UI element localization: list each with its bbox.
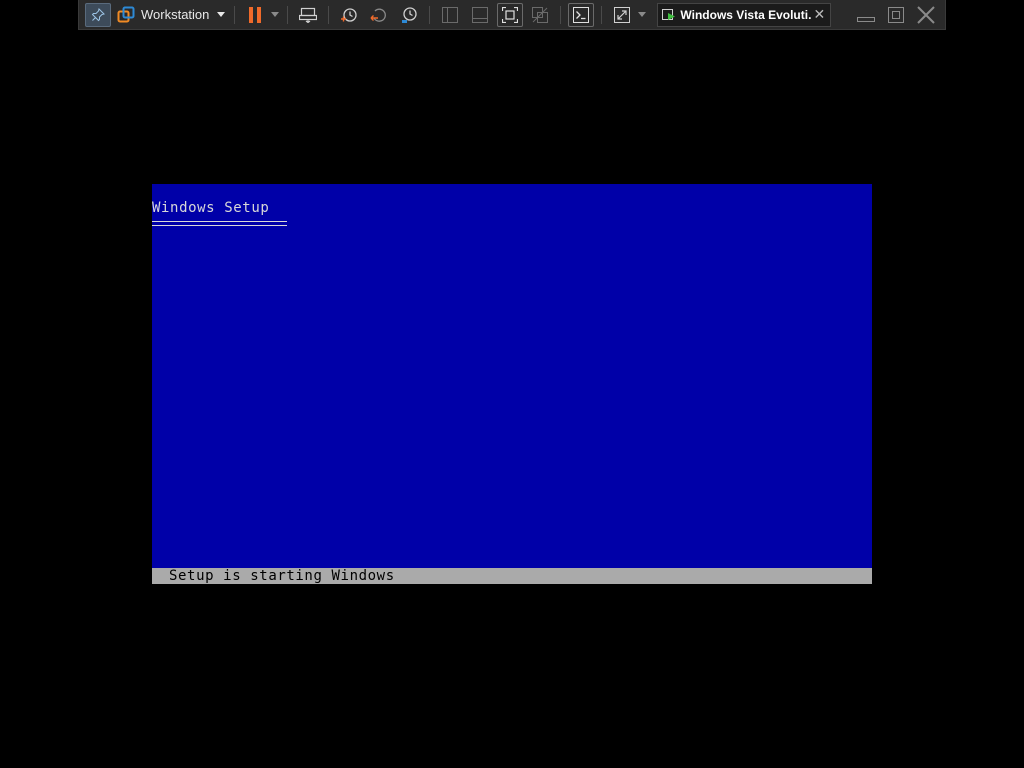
thumbnail-bar-button[interactable]	[467, 3, 493, 27]
show-library-button[interactable]	[437, 3, 463, 27]
setup-title-underline	[152, 221, 287, 226]
revert-snapshot-icon	[370, 8, 387, 22]
toolbar-divider	[429, 5, 431, 24]
toolbar-divider	[560, 5, 562, 24]
vm-tab[interactable]: Windows Vista Evoluti... ✕	[657, 2, 832, 27]
restore-button[interactable]	[881, 3, 911, 27]
vm-running-icon	[662, 8, 676, 20]
minimize-icon	[857, 16, 876, 22]
setup-title: Windows Setup	[152, 200, 270, 216]
snapshot-manager-button[interactable]	[396, 3, 422, 27]
window-controls	[851, 3, 941, 27]
close-tab-icon[interactable]: ✕	[812, 6, 826, 23]
revert-snapshot-button[interactable]	[366, 3, 392, 27]
pause-icon	[249, 6, 262, 23]
snapshot-icon	[341, 7, 358, 22]
workstation-menu-label: Workstation	[141, 7, 210, 22]
chevron-down-icon	[271, 12, 280, 17]
pin-icon	[91, 7, 105, 21]
view-dropdown[interactable]	[637, 3, 647, 27]
full-screen-icon	[502, 6, 519, 23]
setup-status-bar: Setup is starting Windows	[152, 568, 872, 584]
pin-toolbar-button[interactable]	[85, 2, 111, 27]
minimize-button[interactable]	[851, 3, 881, 27]
close-icon	[917, 5, 936, 24]
workstation-menu[interactable]: Workstation	[113, 3, 229, 27]
toolbar-divider	[601, 5, 603, 24]
snapshot-manager-icon	[402, 6, 418, 23]
thumbnail-bar-icon	[472, 6, 489, 23]
vm-tab-title: Windows Vista Evoluti...	[680, 7, 813, 22]
take-snapshot-button[interactable]	[336, 3, 362, 27]
chevron-down-icon	[638, 12, 647, 17]
console-icon	[573, 6, 590, 23]
send-ctrl-alt-del-icon	[299, 7, 318, 23]
library-icon	[442, 6, 459, 23]
stretch-guest-icon	[614, 6, 631, 23]
toolbar-divider	[287, 5, 289, 24]
guest-screen[interactable]: Windows Setup Setup is starting Windows	[152, 184, 872, 584]
toolbar-divider	[328, 5, 330, 24]
chevron-down-icon	[217, 11, 226, 17]
vmware-toolbar: Workstation Windows Vista Evoluti... ✕	[78, 0, 946, 30]
unity-icon	[532, 6, 549, 23]
toolbar-divider	[234, 5, 236, 24]
send-ctrl-alt-del-button[interactable]	[295, 3, 321, 27]
full-screen-button[interactable]	[497, 2, 524, 27]
close-window-button[interactable]	[911, 3, 941, 27]
stretch-guest-button[interactable]	[609, 3, 635, 27]
vmware-logo-icon	[117, 6, 135, 22]
restore-icon	[888, 6, 905, 23]
console-view-button[interactable]	[568, 2, 595, 27]
pause-button[interactable]	[242, 3, 268, 27]
unity-button[interactable]	[527, 3, 553, 27]
power-dropdown[interactable]	[270, 3, 280, 27]
